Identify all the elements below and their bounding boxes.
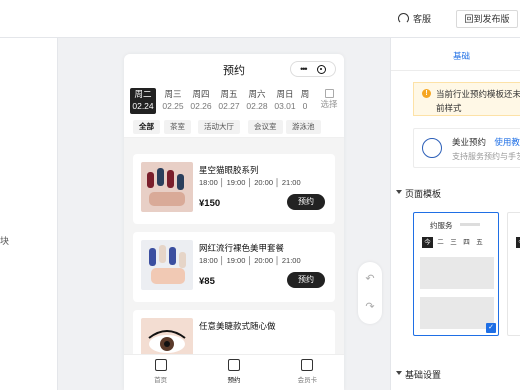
- category-tab[interactable]: 游泳池: [286, 120, 321, 134]
- template-bar: [460, 223, 480, 226]
- tutorial-link[interactable]: 使用教程: [494, 137, 520, 147]
- template-days: 今 二 三 四 五: [422, 237, 485, 248]
- service-times: 18:00 │ 19:00 │ 20:00 │ 21:00: [199, 178, 301, 187]
- industry-description: 支持服务预约与手艺: [452, 152, 520, 161]
- beauty-icon: [422, 138, 442, 158]
- industry-name: 美业预约: [452, 137, 487, 147]
- warning-icon: !: [422, 89, 431, 98]
- date-picker-button[interactable]: 选择: [316, 88, 342, 114]
- calendar-icon: [227, 359, 240, 371]
- section-basic-settings[interactable]: 基础设置: [395, 368, 441, 381]
- undo-redo-control: ↶ ↷: [358, 262, 382, 324]
- date-item[interactable]: 周 0: [300, 88, 310, 114]
- category-tab[interactable]: 活动大厅: [198, 120, 240, 134]
- left-panel: 块: [0, 38, 58, 390]
- date-item[interactable]: 周三 02.25: [160, 88, 186, 114]
- date-item[interactable]: 周二 02.24: [130, 88, 156, 114]
- redo-icon[interactable]: ↷: [358, 293, 382, 321]
- date-item[interactable]: 周六 02.28: [244, 88, 270, 114]
- module-label: 块: [0, 236, 10, 246]
- top-bar: 客服 回到发布版: [0, 0, 520, 38]
- divider: [391, 70, 520, 71]
- template-option[interactable]: 今: [507, 212, 520, 336]
- service-times: 18:00 │ 19:00 │ 20:00 │ 21:00: [199, 256, 301, 265]
- phone-preview: 预约 ••• 周二 02.24 周三 02.25 周四 02.26 周五 02.…: [124, 54, 344, 390]
- service-image: [141, 240, 193, 290]
- tab-member-card[interactable]: 会员卡: [271, 355, 344, 390]
- date-item[interactable]: 周五 02.27: [216, 88, 242, 114]
- template-placeholder: [420, 257, 494, 289]
- date-item[interactable]: 周四 02.26: [188, 88, 214, 114]
- miniprogram-capsule[interactable]: •••: [290, 61, 336, 77]
- phone-header: 预约 •••: [124, 54, 344, 84]
- category-tab[interactable]: 全部: [133, 120, 160, 134]
- tab-home[interactable]: 首页: [124, 355, 197, 390]
- tab-basic[interactable]: 基础: [453, 50, 470, 62]
- card-icon: [301, 359, 314, 371]
- close-circle-icon[interactable]: [316, 64, 326, 74]
- service-card[interactable]: 星空猫眼胶系列 18:00 │ 19:00 │ 20:00 │ 21:00 ¥1…: [133, 154, 335, 224]
- customer-service-label: 客服: [413, 14, 432, 24]
- back-to-published-button[interactable]: 回到发布版: [456, 10, 518, 28]
- template-notice: ! 当前行业预约模板还未发 前样式: [413, 82, 520, 116]
- date-selector: 周二 02.24 周三 02.25 周四 02.26 周五 02.27 周六 0…: [124, 84, 344, 116]
- right-panel: 基础 ! 当前行业预约模板还未发 前样式 美业预约 使用教程 支持服务预约与手艺…: [390, 38, 520, 390]
- service-name: 星空猫眼胶系列: [199, 165, 259, 175]
- home-icon: [154, 359, 167, 371]
- service-image: [141, 162, 193, 212]
- template-option-selected[interactable]: 约服务 今 二 三 四 五 ✓: [413, 212, 499, 336]
- calendar-icon: [324, 89, 334, 98]
- tab-booking[interactable]: 预约: [197, 355, 270, 390]
- service-price: ¥85: [199, 276, 215, 287]
- template-placeholder: [420, 297, 494, 329]
- service-price: ¥150: [199, 198, 221, 209]
- date-item[interactable]: 周日 03.01: [272, 88, 298, 114]
- section-page-template[interactable]: 页面模板: [395, 187, 441, 200]
- service-name: 网红流行裸色美甲套餐: [199, 243, 285, 253]
- book-button[interactable]: 预约: [287, 272, 325, 288]
- more-icon[interactable]: •••: [300, 65, 308, 74]
- book-button[interactable]: 预约: [287, 194, 325, 210]
- category-tab[interactable]: 茶室: [164, 120, 191, 134]
- category-tab[interactable]: 会议室: [248, 120, 283, 134]
- headset-icon: [398, 13, 409, 24]
- industry-card[interactable]: 美业预约 使用教程 支持服务预约与手艺: [413, 128, 520, 168]
- check-icon: ✓: [486, 323, 496, 333]
- service-name: 任意美睫款式随心做: [199, 321, 276, 331]
- service-card[interactable]: 网红流行裸色美甲套餐 18:00 │ 19:00 │ 20:00 │ 21:00…: [133, 232, 335, 302]
- customer-service-button[interactable]: 客服: [398, 12, 431, 25]
- undo-icon[interactable]: ↶: [358, 265, 382, 293]
- template-label: 约服务: [430, 221, 453, 230]
- category-tabs: 全部 茶室 活动大厅 会议室 游泳池: [124, 116, 344, 138]
- bottom-tab-bar: 首页 预约 会员卡: [124, 354, 344, 390]
